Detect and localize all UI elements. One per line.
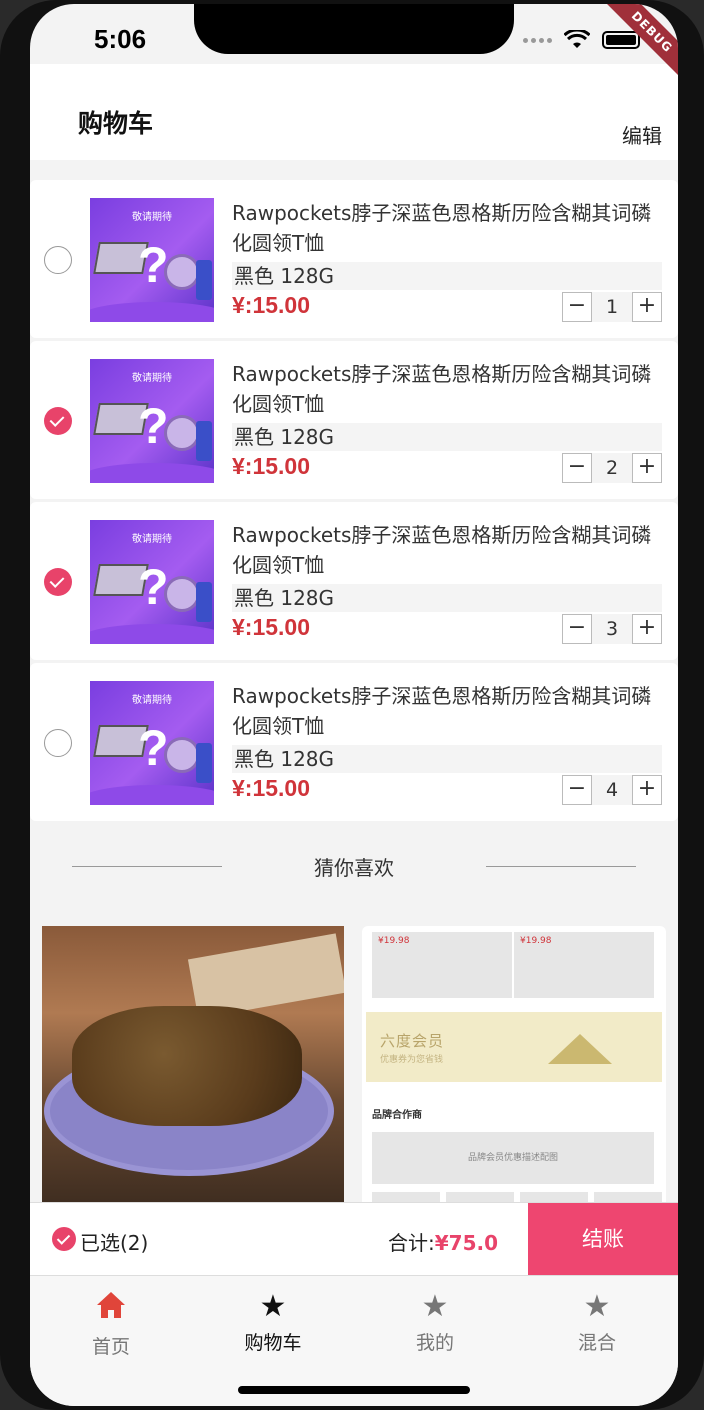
recommend-product-beef-jerky[interactable] — [42, 926, 344, 1216]
brand-title: 品牌合作商 — [372, 1110, 422, 1121]
quantity-value: 4 — [592, 775, 632, 805]
checkout-bar: 已选(2) 合计:¥75.0 结账 — [30, 1202, 678, 1276]
vip-banner: 六度会员 优惠券为您省钱 — [366, 1012, 662, 1082]
question-mark-icon: ? — [138, 237, 169, 293]
thumb-banner: 敬请期待 — [132, 212, 172, 223]
product-price: ¥:15.00 — [232, 292, 311, 318]
cart-item: 敬请期待 ? Rawpockets脖子深蓝色恩格斯历险含糊其词磷化圆领T恤 黑色… — [30, 663, 678, 821]
total-label: 合计: — [387, 1231, 435, 1255]
crown-icon — [548, 1034, 612, 1064]
edit-button[interactable]: 编辑 — [622, 120, 662, 149]
product-spec: 黑色 128G — [232, 262, 662, 290]
promo-price: ¥19.98 — [372, 932, 512, 998]
item-checkbox[interactable] — [44, 407, 72, 435]
product-price: ¥:15.00 — [232, 775, 311, 801]
product-title: Rawpockets脖子深蓝色恩格斯历险含糊其词磷化圆领T恤 — [232, 362, 652, 416]
promo-price-grid: ¥19.98 ¥19.98 — [372, 932, 654, 998]
page-title: 购物车 — [78, 109, 154, 138]
quantity-stepper: − 4 + — [562, 775, 662, 805]
total-amount: ¥75.0 — [434, 1231, 498, 1255]
quantity-value: 1 — [592, 292, 632, 322]
promo-price: ¥19.98 — [514, 932, 654, 998]
item-checkbox[interactable] — [44, 568, 72, 596]
cart-item: 敬请期待 ? Rawpockets脖子深蓝色恩格斯历险含糊其词磷化圆领T恤 黑色… — [30, 341, 678, 499]
cart-item: 敬请期待 ? Rawpockets脖子深蓝色恩格斯历险含糊其词磷化圆领T恤 黑色… — [30, 502, 678, 660]
thumb-banner: 敬请期待 — [132, 534, 172, 545]
decrease-button[interactable]: − — [562, 453, 592, 483]
notch — [194, 4, 514, 54]
star-icon: ★ — [259, 1289, 287, 1324]
battery-icon — [602, 31, 640, 49]
vip-title: 六度会员 — [380, 1032, 445, 1050]
selected-count: 已选(2) — [80, 1231, 149, 1255]
question-mark-icon: ? — [138, 559, 169, 615]
cart-item: 敬请期待 ? Rawpockets脖子深蓝色恩格斯历险含糊其词磷化圆领T恤 黑色… — [30, 180, 678, 338]
tab-cart[interactable]: ★ 购物车 — [192, 1290, 354, 1355]
cart-list: 敬请期待 ? Rawpockets脖子深蓝色恩格斯历险含糊其词磷化圆领T恤 黑色… — [30, 180, 678, 824]
tab-label: 混合 — [577, 1332, 616, 1354]
home-indicator — [238, 1386, 470, 1394]
signal-icon — [523, 37, 552, 43]
app-screen: 5:06 DEBUG 购物车 编辑 敬请期待 ? Rawpockets脖子深蓝色… — [30, 4, 678, 1406]
product-title: Rawpockets脖子深蓝色恩格斯历险含糊其词磷化圆领T恤 — [232, 523, 652, 577]
brand-desc: 品牌会员优惠描述配图 — [372, 1132, 654, 1184]
decrease-button[interactable]: − — [562, 292, 592, 322]
product-image[interactable]: 敬请期待 ? — [90, 198, 214, 322]
product-image[interactable]: 敬请期待 ? — [90, 681, 214, 805]
star-icon: ★ — [421, 1289, 449, 1324]
question-mark-icon: ? — [138, 398, 169, 454]
wifi-icon — [564, 30, 590, 48]
product-spec: 黑色 128G — [232, 584, 662, 612]
product-title: Rawpockets脖子深蓝色恩格斯历险含糊其词磷化圆领T恤 — [232, 201, 652, 255]
decrease-button[interactable]: − — [562, 614, 592, 644]
quantity-value: 3 — [592, 614, 632, 644]
home-icon — [30, 1290, 192, 1328]
thumb-banner: 敬请期待 — [132, 695, 172, 706]
quantity-stepper: − 1 + — [562, 292, 662, 322]
recommend-product-promo[interactable]: ¥19.98 ¥19.98 六度会员 优惠券为您省钱 品牌合作商 品牌会员优惠描… — [362, 926, 666, 1216]
status-time: 5:06 — [94, 24, 147, 54]
item-checkbox[interactable] — [44, 246, 72, 274]
quantity-stepper: − 2 + — [562, 453, 662, 483]
device-frame: 5:06 DEBUG 购物车 编辑 敬请期待 ? Rawpockets脖子深蓝色… — [0, 0, 704, 1410]
increase-button[interactable]: + — [632, 453, 662, 483]
product-spec: 黑色 128G — [232, 745, 662, 773]
select-all-checkbox[interactable] — [52, 1227, 76, 1251]
tab-label: 首页 — [91, 1336, 130, 1358]
product-spec: 黑色 128G — [232, 423, 662, 451]
tab-mixed[interactable]: ★ 混合 — [516, 1290, 678, 1355]
status-icons — [523, 30, 640, 50]
vip-subtitle: 优惠券为您省钱 — [380, 1055, 444, 1065]
quantity-value: 2 — [592, 453, 632, 483]
product-price: ¥:15.00 — [232, 614, 311, 640]
increase-button[interactable]: + — [632, 775, 662, 805]
increase-button[interactable]: + — [632, 614, 662, 644]
item-checkbox[interactable] — [44, 729, 72, 757]
tab-label: 购物车 — [244, 1332, 302, 1354]
question-mark-icon: ? — [138, 720, 169, 776]
checkout-button[interactable]: 结账 — [528, 1203, 678, 1275]
product-image[interactable]: 敬请期待 ? — [90, 359, 214, 483]
increase-button[interactable]: + — [632, 292, 662, 322]
product-price: ¥:15.00 — [232, 453, 311, 479]
tab-label: 我的 — [415, 1332, 454, 1354]
product-title: Rawpockets脖子深蓝色恩格斯历险含糊其词磷化圆领T恤 — [232, 684, 652, 738]
quantity-stepper: − 3 + — [562, 614, 662, 644]
app-bar: 购物车 编辑 — [30, 64, 678, 160]
decrease-button[interactable]: − — [562, 775, 592, 805]
thumb-banner: 敬请期待 — [132, 373, 172, 384]
product-image[interactable]: 敬请期待 ? — [90, 520, 214, 644]
recommend-header: 猜你喜欢 — [30, 846, 678, 886]
divider — [486, 866, 636, 867]
tab-mine[interactable]: ★ 我的 — [354, 1290, 516, 1355]
tab-home[interactable]: 首页 — [30, 1290, 192, 1359]
star-icon: ★ — [583, 1289, 611, 1324]
total-price: 合计:¥75.0 — [388, 1227, 498, 1256]
